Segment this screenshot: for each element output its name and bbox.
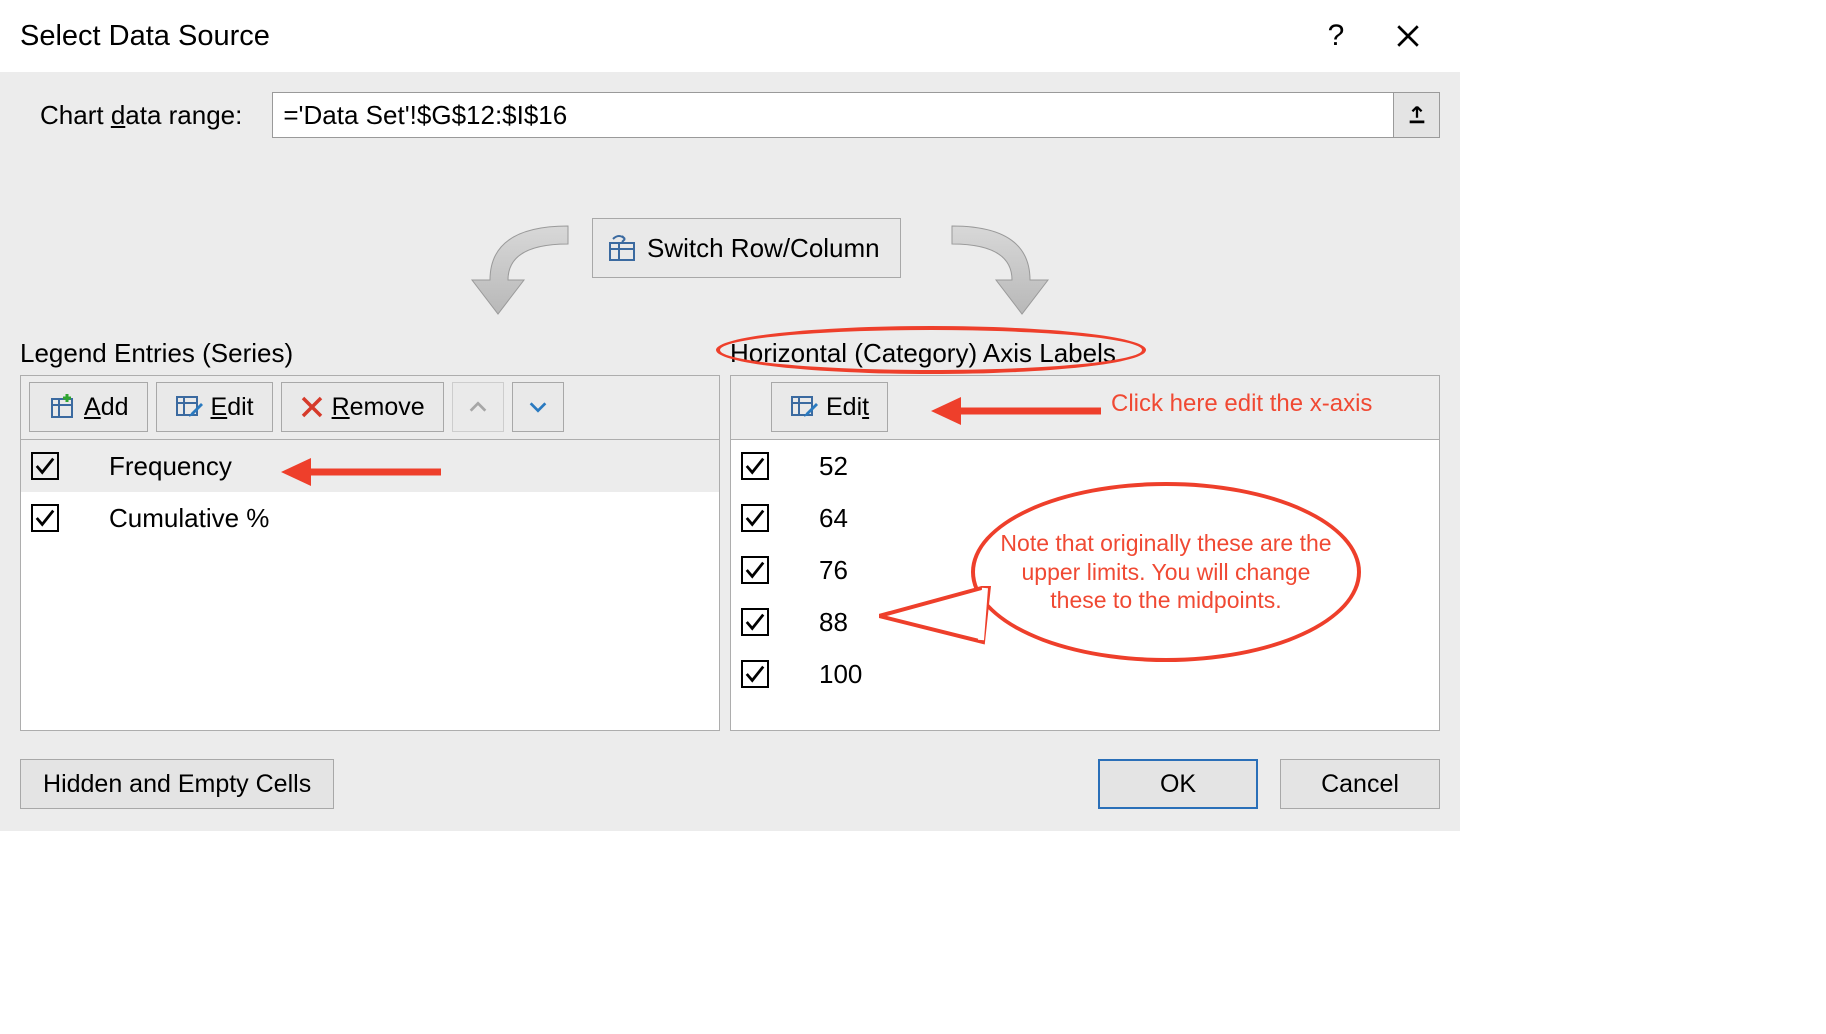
close-icon [1395, 23, 1421, 49]
axis-panel: Edit 52 64 76 [730, 375, 1440, 731]
axis-item[interactable]: 100 [731, 648, 1439, 700]
edit-axis-icon [790, 393, 818, 421]
chevron-down-icon [527, 396, 549, 418]
series-title: Legend Entries (Series) [20, 338, 720, 375]
annotation-callout-tail [879, 586, 999, 656]
help-button[interactable]: ? [1304, 4, 1368, 68]
axis-item[interactable]: 52 [731, 440, 1439, 492]
dialog-body: Chart data range: [0, 72, 1460, 831]
dialog-footer: Hidden and Empty Cells OK Cancel [20, 759, 1440, 809]
check-icon [744, 507, 766, 529]
cancel-button[interactable]: Cancel [1280, 759, 1440, 809]
axis-item-checkbox[interactable] [741, 660, 769, 688]
annotation-callout: Note that originally these are the upper… [971, 482, 1361, 662]
series-item-checkbox[interactable] [31, 504, 59, 532]
check-icon [34, 507, 56, 529]
arrow-curve-left-icon [420, 208, 600, 328]
remove-series-label: Remove [332, 393, 425, 422]
edit-series-icon [175, 393, 203, 421]
check-icon [744, 663, 766, 685]
series-item-checkbox[interactable] [31, 452, 59, 480]
title-bar: Select Data Source ? [0, 0, 1460, 72]
check-icon [744, 559, 766, 581]
ok-button[interactable]: OK [1098, 759, 1258, 809]
series-item-label: Cumulative % [109, 503, 269, 534]
annotation-callout-text: Note that originally these are the upper… [993, 529, 1339, 615]
annotation-circle-axis-title [716, 326, 1146, 374]
switch-row-column-icon [607, 233, 637, 263]
series-item[interactable]: Frequency [21, 440, 719, 492]
collapse-range-button[interactable] [1394, 92, 1440, 138]
check-icon [744, 455, 766, 477]
axis-item-label: 100 [819, 659, 862, 690]
edit-series-label: Edit [211, 393, 254, 422]
series-list: Frequency Cumulative % [21, 440, 719, 544]
axis-item-label: 76 [819, 555, 848, 586]
check-icon [744, 611, 766, 633]
axis-item-checkbox[interactable] [741, 504, 769, 532]
axis-item-checkbox[interactable] [741, 452, 769, 480]
add-series-icon [48, 393, 76, 421]
cancel-label: Cancel [1321, 770, 1399, 799]
dialog-title: Select Data Source [20, 20, 1296, 53]
chart-data-range-row: Chart data range: [20, 92, 1440, 138]
axis-toolbar: Edit [731, 376, 1439, 440]
chart-data-range-label: Chart data range: [40, 100, 242, 131]
remove-series-button[interactable]: Remove [281, 382, 444, 432]
hidden-empty-cells-button[interactable]: Hidden and Empty Cells [20, 759, 334, 809]
axis-item-checkbox[interactable] [741, 556, 769, 584]
axis-column: Horizontal (Category) Axis Labels Ed [730, 338, 1440, 731]
check-icon [34, 455, 56, 477]
chevron-up-icon [467, 396, 489, 418]
axis-item-label: 64 [819, 503, 848, 534]
edit-axis-label: Edit [826, 393, 869, 422]
hidden-empty-cells-label: Hidden and Empty Cells [43, 770, 311, 799]
axis-item-label: 88 [819, 607, 848, 638]
ok-label: OK [1160, 770, 1196, 799]
series-panel: Add Edit [20, 375, 720, 731]
switch-row-column-label: Switch Row/Column [647, 233, 880, 264]
edit-axis-labels-button[interactable]: Edit [771, 382, 888, 432]
move-series-up-button[interactable] [452, 382, 504, 432]
help-icon: ? [1328, 19, 1345, 53]
series-item-label: Frequency [109, 451, 232, 482]
select-data-source-dialog: Select Data Source ? Chart data range: [0, 0, 1460, 831]
series-toolbar: Add Edit [21, 376, 719, 440]
add-series-button[interactable]: Add [29, 382, 148, 432]
remove-series-icon [300, 395, 324, 419]
move-series-down-button[interactable] [512, 382, 564, 432]
switch-area: Switch Row/Column [20, 218, 1440, 338]
series-item[interactable]: Cumulative % [21, 492, 719, 544]
arrow-curve-right-icon [920, 208, 1100, 328]
series-column: Legend Entries (Series) Add [20, 338, 720, 731]
columns: Legend Entries (Series) Add [20, 338, 1440, 731]
axis-item-label: 52 [819, 451, 848, 482]
edit-series-button[interactable]: Edit [156, 382, 273, 432]
close-button[interactable] [1376, 4, 1440, 68]
add-series-label: Add [84, 393, 129, 422]
chart-data-range-input[interactable] [272, 92, 1394, 138]
collapse-range-icon [1406, 104, 1428, 126]
switch-row-column-button[interactable]: Switch Row/Column [592, 218, 901, 278]
axis-item-checkbox[interactable] [741, 608, 769, 636]
